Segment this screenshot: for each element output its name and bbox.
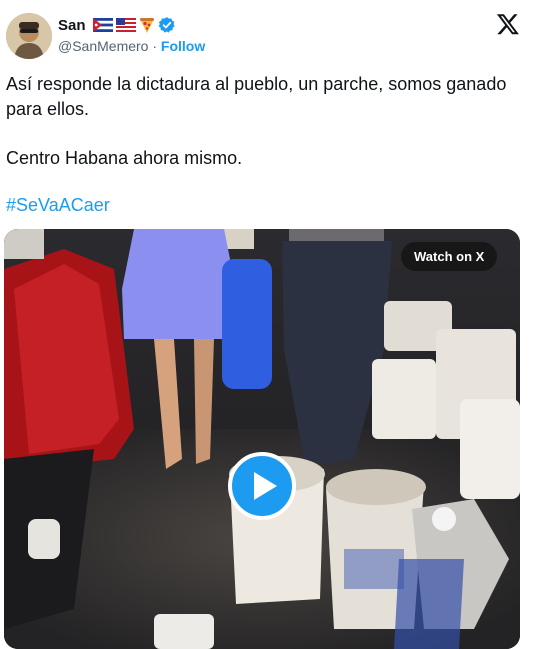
video-player[interactable] [4,229,520,649]
tweet-text-paragraph-1: Así responde la dictadura al pueblo, un … [6,74,507,119]
cuba-flag-icon [92,18,113,32]
author-name[interactable]: San [58,17,86,34]
avatar-photo [6,13,52,59]
tweet-text-paragraph-2: Centro Habana ahora mismo. [6,148,243,168]
author-handle[interactable]: @SanMemero [58,38,148,54]
watch-on-x-button[interactable]: Watch on X [401,242,498,271]
usa-flag-icon [115,18,136,32]
play-button[interactable] [228,452,296,520]
video-frame [4,229,520,649]
handle-separator: · [152,38,158,54]
author-name-line: San [58,14,176,36]
play-icon [254,472,277,500]
hashtag-link[interactable]: #SeVaACaer [6,193,110,218]
author-handle-line: @SanMemero · Follow [58,38,205,54]
author-avatar[interactable] [6,13,52,59]
pizza-icon [139,17,154,33]
verified-badge-icon [158,17,175,33]
x-logo-icon[interactable] [495,12,521,36]
follow-link[interactable]: Follow [161,38,205,54]
